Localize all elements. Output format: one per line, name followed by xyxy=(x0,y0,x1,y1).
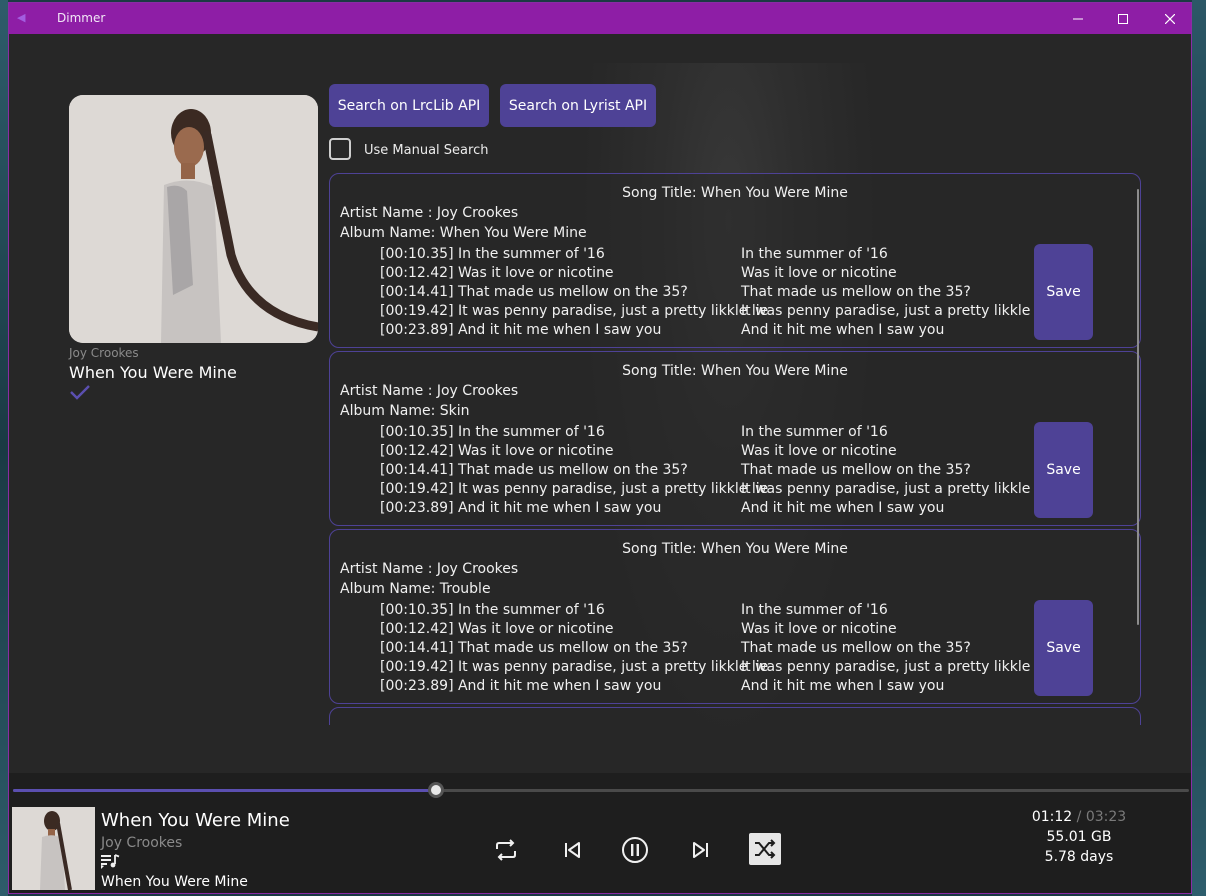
lyric-line: [00:23.89] And it hit me when I saw you xyxy=(380,678,662,694)
minimize-button[interactable] xyxy=(1055,3,1101,34)
time-total-wrapper: / 03:23 xyxy=(1072,809,1127,825)
time-display: 01:12 / 03:23 xyxy=(1029,809,1129,825)
storage-size: 55.01 GB xyxy=(1046,829,1112,845)
lyric-line: In the summer of '16 xyxy=(741,246,888,262)
now-playing-album: When You Were Mine xyxy=(101,874,248,890)
results-list[interactable]: Song Title: When You Were Mine Artist Na… xyxy=(329,173,1143,725)
lyric-line: That made us mellow on the 35? xyxy=(741,284,971,300)
lyric-line: [00:10.35] In the summer of '16 xyxy=(380,424,605,440)
card-album-name: Album Name: When You Were Mine xyxy=(340,225,587,241)
minimize-icon xyxy=(1073,18,1083,19)
card-album-name: Album Name: Skin xyxy=(340,403,470,419)
card-artist-name: Artist Name : Joy Crookes xyxy=(340,383,519,399)
lyrics-result-card: Song Title: When You Were Mine Artist Na… xyxy=(329,351,1141,526)
manual-search-label: Use Manual Search xyxy=(364,143,489,158)
time-current: 01:12 xyxy=(1031,809,1073,825)
card-song-title: Song Title: When You Were Mine xyxy=(622,363,848,379)
plain-lyrics: In the summer of '16 Was it love or nico… xyxy=(741,423,1052,518)
results-scrollbar[interactable] xyxy=(1137,189,1139,625)
manual-search-checkbox[interactable] xyxy=(329,138,351,160)
save-button[interactable]: Save xyxy=(1034,600,1093,696)
close-icon xyxy=(1165,13,1175,24)
title-bar: ◀ Dimmer xyxy=(9,3,1191,34)
lyrics-result-card: Song Title: When You Were Mine Artist Na… xyxy=(329,529,1141,704)
lyric-line: [00:12.42] Was it love or nicotine xyxy=(380,443,614,459)
lyric-line: And it hit me when I saw you xyxy=(741,500,945,516)
lyric-line: [00:10.35] In the summer of '16 xyxy=(380,246,605,262)
card-song-title: Song Title: When You Were Mine xyxy=(622,541,848,557)
lyric-line: That made us mellow on the 35? xyxy=(741,462,971,478)
now-playing-title: When You Were Mine xyxy=(101,810,290,831)
album-art xyxy=(69,95,318,343)
lyric-line: [00:14.41] That made us mellow on the 35… xyxy=(380,462,688,478)
lyrics-result-card xyxy=(329,707,1141,725)
card-artist-name: Artist Name : Joy Crookes xyxy=(340,561,519,577)
lyric-line: That made us mellow on the 35? xyxy=(741,640,971,656)
synced-lyrics: [00:10.35] In the summer of '16 [00:12.4… xyxy=(380,245,769,340)
maximize-icon xyxy=(1118,13,1128,24)
time-total: 03:23 xyxy=(1085,809,1127,825)
lyric-line: [00:12.42] Was it love or nicotine xyxy=(380,621,614,637)
lyric-line: In the summer of '16 xyxy=(741,602,888,618)
search-lyrist-button[interactable]: Search on Lyrist API xyxy=(500,84,656,127)
lyric-line: [00:12.42] Was it love or nicotine xyxy=(380,265,614,281)
maximize-button[interactable] xyxy=(1100,3,1146,34)
synced-lyrics: [00:10.35] In the summer of '16 [00:12.4… xyxy=(380,601,769,696)
repeat-button[interactable] xyxy=(491,835,521,865)
lyric-line: Was it love or nicotine xyxy=(741,265,897,281)
card-album-name: Album Name: Trouble xyxy=(340,581,491,597)
lyric-line: And it hit me when I saw you xyxy=(741,322,945,338)
seek-thumb[interactable] xyxy=(428,782,445,798)
lyric-line: [00:14.41] That made us mellow on the 35… xyxy=(380,640,688,656)
synced-lyrics: [00:10.35] In the summer of '16 [00:12.4… xyxy=(380,423,769,518)
left-song-title: When You Were Mine xyxy=(69,363,237,382)
lyric-line: [00:19.42] It was penny paradise, just a… xyxy=(380,659,769,675)
lyrics-icon[interactable] xyxy=(101,853,121,871)
app-logo-icon: ◀ xyxy=(17,11,26,24)
app-window: ◀ Dimmer Joy Crookes When You Were Mine … xyxy=(8,2,1192,894)
lyric-line: [00:19.42] It was penny paradise, just a… xyxy=(380,481,769,497)
shuffle-icon xyxy=(755,839,776,859)
save-button[interactable]: Save xyxy=(1034,422,1093,518)
lyric-line: And it hit me when I saw you xyxy=(741,678,945,694)
seek-bar[interactable] xyxy=(13,789,1189,792)
card-artist-name: Artist Name : Joy Crookes xyxy=(340,205,519,221)
search-lrclib-button[interactable]: Search on LrcLib API xyxy=(329,84,489,127)
close-button[interactable] xyxy=(1147,3,1191,34)
now-playing-artist[interactable]: Joy Crookes xyxy=(101,835,182,851)
next-icon xyxy=(693,842,708,858)
card-song-title: Song Title: When You Were Mine xyxy=(622,185,848,201)
window-title: Dimmer xyxy=(57,11,106,25)
library-duration: 5.78 days xyxy=(1044,849,1114,865)
lyric-line: Was it love or nicotine xyxy=(741,621,897,637)
desktop-background xyxy=(0,0,8,896)
desktop-background xyxy=(1192,0,1206,896)
lyrics-result-card: Song Title: When You Were Mine Artist Na… xyxy=(329,173,1141,348)
seek-progress xyxy=(13,789,437,792)
lyric-line: [00:10.35] In the summer of '16 xyxy=(380,602,605,618)
save-button[interactable]: Save xyxy=(1034,244,1093,340)
lyric-line: [00:14.41] That made us mellow on the 35… xyxy=(380,284,688,300)
plain-lyrics: In the summer of '16 Was it love or nico… xyxy=(741,245,1052,340)
pause-icon xyxy=(622,837,648,863)
pause-button[interactable] xyxy=(620,835,650,865)
lyric-line: It was penny paradise, just a pretty lik… xyxy=(741,481,1052,497)
repeat-icon xyxy=(496,839,516,861)
lyric-line: It was penny paradise, just a pretty lik… xyxy=(741,303,1052,319)
now-playing-thumbnail xyxy=(12,807,95,890)
lyric-line: [00:23.89] And it hit me when I saw you xyxy=(380,500,662,516)
lyric-line: It was penny paradise, just a pretty lik… xyxy=(741,659,1052,675)
lyric-line: [00:23.89] And it hit me when I saw you xyxy=(380,322,662,338)
left-artist-name: Joy Crookes xyxy=(69,346,139,360)
plain-lyrics: In the summer of '16 Was it love or nico… xyxy=(741,601,1052,696)
player-bar: When You Were Mine Joy Crookes When You … xyxy=(9,773,1191,893)
shuffle-button[interactable] xyxy=(749,833,781,865)
lyric-line: In the summer of '16 xyxy=(741,424,888,440)
previous-icon xyxy=(565,842,580,858)
previous-button[interactable] xyxy=(557,835,587,865)
lyric-line: [00:19.42] It was penny paradise, just a… xyxy=(380,303,769,319)
lyric-line: Was it love or nicotine xyxy=(741,443,897,459)
next-button[interactable] xyxy=(686,835,716,865)
check-icon xyxy=(70,385,90,400)
